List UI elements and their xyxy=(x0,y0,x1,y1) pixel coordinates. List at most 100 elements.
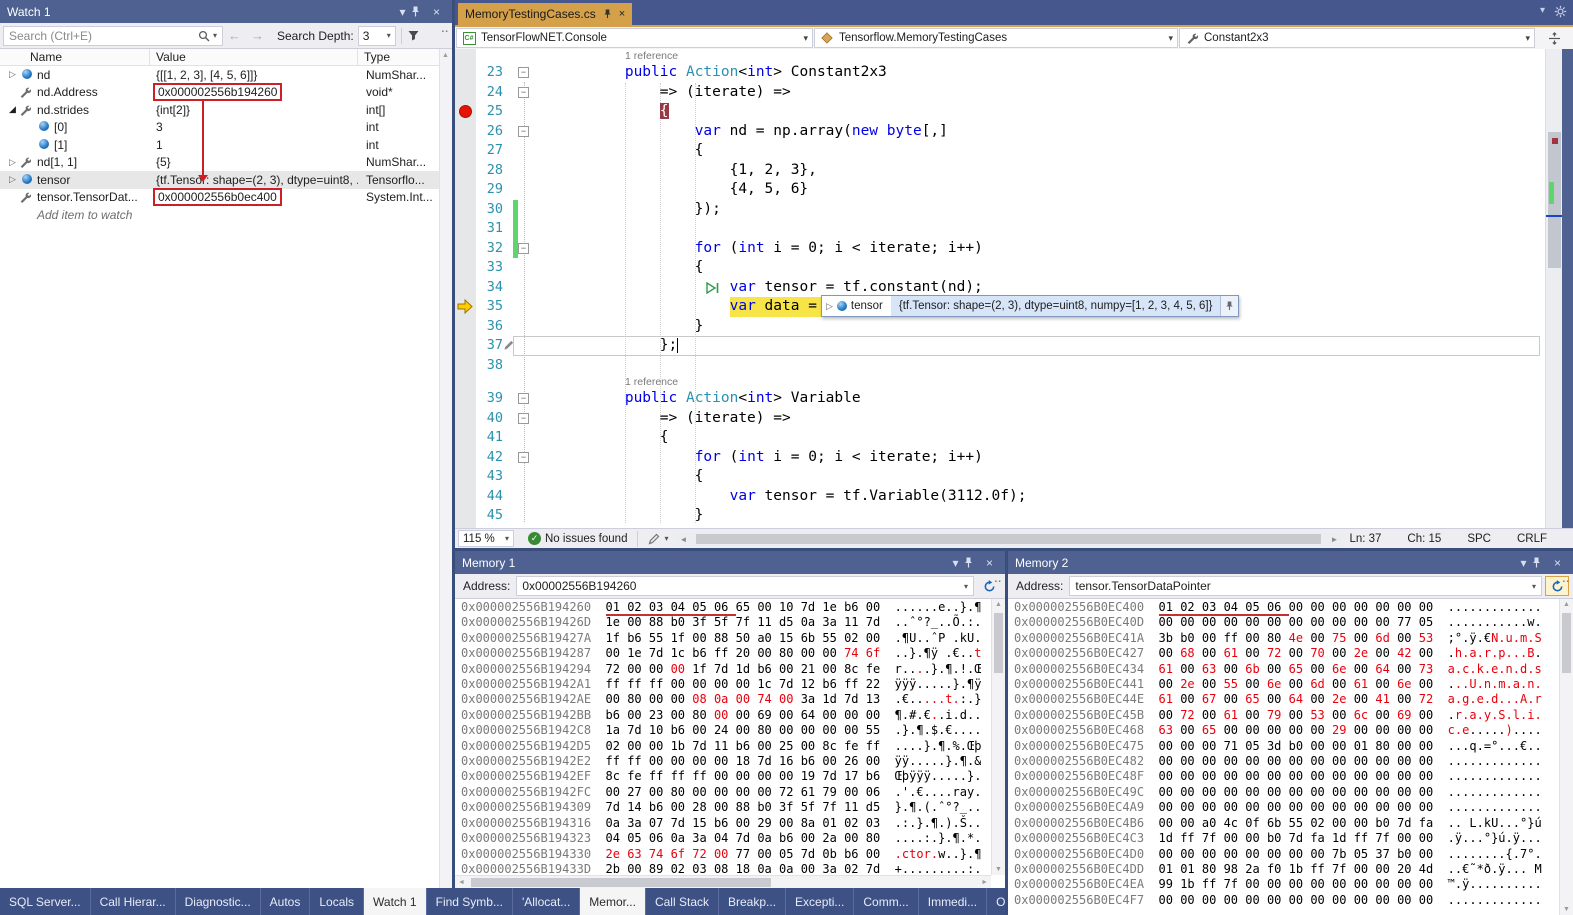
memory-row[interactable]: 0x000002556B0EC44E 61 00 67 00 65 00 64 … xyxy=(1014,692,1549,707)
code-line[interactable]: 35 var data =▷tensor{tf.Tensor: shape=(2… xyxy=(455,297,1545,317)
back-arrow-icon[interactable]: ← xyxy=(228,28,241,43)
fold-collapse-icon[interactable]: − xyxy=(518,243,529,254)
search-dropdown-icon[interactable]: ▾ xyxy=(213,31,217,40)
code-line[interactable]: 23− public Action<int> Constant2x3 xyxy=(455,63,1545,83)
memory-row[interactable]: 0x000002556B0EC4EA 99 1b ff 7f 00 00 00 … xyxy=(1014,877,1549,892)
memory-row[interactable]: 0x000002556B19433D 2b 00 89 02 03 08 18 … xyxy=(461,862,981,876)
watch-row[interactable]: [1]1int xyxy=(0,136,452,154)
tool-window-tab[interactable]: Output xyxy=(987,888,1005,915)
datatip-variable[interactable]: ▷tensor xyxy=(822,300,891,312)
code-line[interactable]: 41 { xyxy=(455,428,1545,448)
close-icon[interactable]: × xyxy=(428,5,445,19)
code-editor[interactable]: 1 reference23− public Action<int> Consta… xyxy=(455,49,1545,528)
watch-value[interactable]: 0x000002556b194260 xyxy=(150,83,358,101)
editor-vertical-scrollbar[interactable] xyxy=(1545,49,1562,528)
pin-icon[interactable] xyxy=(964,557,981,568)
tool-window-tab[interactable]: SQL Server... xyxy=(0,888,91,915)
memory-row[interactable]: 0x000002556B0EC45B 00 72 00 61 00 79 00 … xyxy=(1014,708,1549,723)
pin-icon[interactable] xyxy=(411,6,428,17)
memory1-vertical-scrollbar[interactable]: ▲ ▼ xyxy=(991,599,1005,875)
memory1-horizontal-scrollbar[interactable]: ◄ ► xyxy=(455,875,991,888)
watch-row[interactable]: ◢nd.strides{int[2]}int[] xyxy=(0,101,452,119)
watch-row[interactable]: tensor.TensorDat...0x000002556b0ec400Sys… xyxy=(0,189,452,207)
memory1-titlebar[interactable]: Memory 1 ▾ × xyxy=(455,551,1005,574)
watch-row[interactable]: ▷nd{[[1, 2, 3], [4, 5, 6]]}NumShar... xyxy=(0,66,452,84)
tool-window-tab[interactable]: Immedi... xyxy=(919,888,987,915)
watch-value[interactable]: {5} xyxy=(150,155,358,169)
editor-horizontal-scrollbar[interactable]: ◄ ► xyxy=(676,532,1341,546)
memory2-titlebar[interactable]: Memory 2 ▾ × xyxy=(1008,551,1573,574)
column-name[interactable]: Name xyxy=(0,49,150,65)
memory-row[interactable]: 0x000002556B1942A1 ff ff ff 00 00 00 00 … xyxy=(461,677,981,692)
scroll-down-icon[interactable]: ▼ xyxy=(995,866,1002,873)
memory-row[interactable]: 0x000002556B1942EF 8c fe ff ff ff 00 00 … xyxy=(461,769,981,784)
document-tab[interactable]: MemoryTestingCases.cs × xyxy=(458,3,632,25)
split-editor-button[interactable] xyxy=(1535,27,1573,49)
fold-collapse-icon[interactable]: − xyxy=(518,452,529,463)
code-line[interactable]: 43 { xyxy=(455,467,1545,487)
code-line[interactable]: 33 { xyxy=(455,258,1545,278)
scrollbar-thumb[interactable] xyxy=(696,534,1321,544)
code-line[interactable]: 28 {1, 2, 3}, xyxy=(455,161,1545,181)
memory-row[interactable]: 0x000002556B1942C8 1a 7d 10 b6 00 24 00 … xyxy=(461,723,981,738)
watch-value[interactable]: {tf.Tensor: shape=(2, 3), dtype=uint8, .… xyxy=(150,173,358,187)
search-depth-select[interactable]: 3 ▾ xyxy=(358,26,396,46)
scroll-up-icon[interactable]: ▲ xyxy=(1563,601,1570,608)
search-input[interactable]: Search (Ctrl+E) ▾ xyxy=(3,26,223,46)
watch-value[interactable]: {int[2]} xyxy=(150,103,358,117)
watch-row[interactable]: ▷nd[1, 1]{5}NumShar... xyxy=(0,154,452,172)
code-cleanup-icon[interactable] xyxy=(648,532,661,545)
memory-row[interactable]: 0x000002556B0EC441 00 2e 00 55 00 6e 00 … xyxy=(1014,677,1549,692)
memory-row[interactable]: 0x000002556B194323 04 05 06 0a 3a 04 7d … xyxy=(461,831,981,846)
memory1-hexdump[interactable]: 0x000002556B194260 01 02 03 04 05 06 65 … xyxy=(461,600,981,876)
watch-value[interactable]: 3 xyxy=(150,120,358,134)
codelens-references[interactable]: 1 reference xyxy=(455,49,1545,63)
tab-close-icon[interactable]: × xyxy=(619,8,625,20)
tool-window-tab[interactable]: Call Hierar... xyxy=(91,888,176,915)
memory-row[interactable]: 0x000002556B0EC40D 00 00 00 00 00 00 00 … xyxy=(1014,615,1549,630)
fold-collapse-icon[interactable]: − xyxy=(518,126,529,137)
window-position-icon[interactable]: ▾ xyxy=(1515,556,1532,570)
watch-value[interactable]: 1 xyxy=(150,138,358,152)
watch-row[interactable]: Add item to watch xyxy=(0,206,452,224)
fold-collapse-icon[interactable]: − xyxy=(518,413,529,424)
project-dropdown[interactable]: C# TensorFlowNET.Console ▾ xyxy=(456,28,813,48)
memory-row[interactable]: 0x000002556B0EC475 00 00 00 71 05 3d b0 … xyxy=(1014,739,1549,754)
chevron-down-icon[interactable]: ▾ xyxy=(1532,582,1536,591)
memory-row[interactable]: 0x000002556B1942AE 00 80 00 00 08 0a 00 … xyxy=(461,692,981,707)
fold-collapse-icon[interactable]: − xyxy=(518,87,529,98)
window-position-icon[interactable]: ▾ xyxy=(394,5,411,19)
watch-row[interactable]: [0]3int xyxy=(0,119,452,137)
watch-titlebar[interactable]: Watch 1 ▾ × xyxy=(0,0,452,23)
watch-value[interactable]: {[[1, 2, 3], [4, 5, 6]]} xyxy=(150,68,358,82)
code-line[interactable]: 30 }); xyxy=(455,200,1545,220)
zoom-select[interactable]: 115 % ▾ xyxy=(458,530,514,547)
memory2-address-input[interactable]: tensor.TensorDataPointer ▾ xyxy=(1069,576,1542,596)
code-line[interactable]: 39− public Action<int> Variable xyxy=(455,389,1545,409)
memory-row[interactable]: 0x000002556B1942FC 00 27 00 80 00 00 00 … xyxy=(461,785,981,800)
memory-row[interactable]: 0x000002556B0EC4F7 00 00 00 00 00 00 00 … xyxy=(1014,893,1549,908)
memory-row[interactable]: 0x000002556B0EC482 00 00 00 00 00 00 00 … xyxy=(1014,754,1549,769)
tree-expander-icon[interactable]: ▷ xyxy=(6,69,19,80)
memory-row[interactable]: 0x000002556B1942E2 ff ff 00 00 00 00 18 … xyxy=(461,754,981,769)
fold-collapse-icon[interactable]: − xyxy=(518,393,529,404)
memory-row[interactable]: 0x000002556B0EC434 61 00 63 00 6b 00 65 … xyxy=(1014,662,1549,677)
close-icon[interactable]: × xyxy=(981,556,998,570)
memory-row[interactable]: 0x000002556B0EC41A 3b b0 00 ff 00 80 4e … xyxy=(1014,631,1549,646)
toolbar-overflow-icon[interactable]: .. xyxy=(441,24,449,35)
scroll-up-icon[interactable]: ▲ xyxy=(995,601,1002,608)
watch-row[interactable]: nd.Address0x000002556b194260void* xyxy=(0,84,452,102)
code-line[interactable]: 29 {4, 5, 6} xyxy=(455,180,1545,200)
code-line[interactable]: 27 { xyxy=(455,141,1545,161)
memory-row[interactable]: 0x000002556B194309 7d 14 b6 00 28 00 88 … xyxy=(461,800,981,815)
tool-window-tab[interactable]: Locals xyxy=(310,888,364,915)
memory-row[interactable]: 0x000002556B0EC4DD 01 01 80 98 2a f0 1b … xyxy=(1014,862,1549,877)
code-line[interactable]: 32− for (int i = 0; i < iterate; i++) xyxy=(455,239,1545,259)
code-line[interactable]: 26− var nd = np.array(new byte[,] xyxy=(455,122,1545,142)
chevron-down-icon[interactable]: ▾ xyxy=(664,534,668,543)
tab-pin-icon[interactable] xyxy=(603,9,612,19)
code-line[interactable]: 36 } xyxy=(455,317,1545,337)
tab-list-dropdown-icon[interactable]: ▾ xyxy=(1540,5,1545,18)
scroll-down-icon[interactable]: ▼ xyxy=(1563,906,1570,913)
breakpoint-icon[interactable] xyxy=(459,105,472,118)
